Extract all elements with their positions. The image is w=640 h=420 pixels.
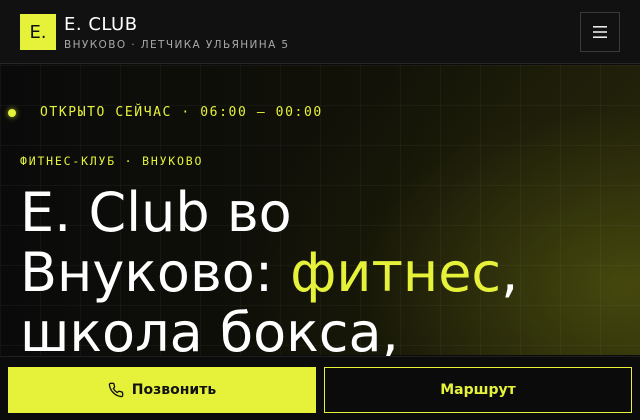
call-button[interactable]: Позвонить [8,367,316,413]
menu-icon [593,26,607,38]
status-dot-icon [8,108,16,117]
headline-accent-word: фитнес [290,241,502,304]
hero-kicker: ФИТНЕС-КЛУБ · ВНУКОВО [20,154,204,168]
route-button[interactable]: Маршрут [324,367,632,413]
phone-icon [108,382,124,398]
brand-name: E. CLUB [64,14,138,35]
menu-button[interactable] [580,12,620,52]
club-address: ВНУКОВО · ЛЕТЧИКА УЛЬЯНИНА 5 [64,39,290,51]
route-button-label: Маршрут [440,382,516,398]
open-status: ОТКРЫТО СЕЙЧАС · 06:00 — 00:00 [8,105,323,120]
headline-line-2-start: Внуково: [20,241,291,304]
logo[interactable]: E. [20,14,56,50]
bottom-action-bar: Позвонить Маршрут [0,356,640,420]
call-button-label: Позвонить [131,382,217,398]
headline-line-2-end: , [501,241,519,304]
headline-line-1: E. Club во [20,181,292,244]
open-hours-text: ОТКРЫТО СЕЙЧАС · 06:00 — 00:00 [40,105,323,120]
site-header: E. E. CLUB ВНУКОВО · ЛЕТЧИКА УЛЬЯНИНА 5 [0,0,640,64]
hero-headline: E. Club во Внуково: фитнес, школа бокса, [20,183,630,363]
hero-section: ОТКРЫТО СЕЙЧАС · 06:00 — 00:00 ФИТНЕС-КЛ… [0,65,640,363]
headline-line-3: школа бокса, [20,301,399,364]
page: E. E. CLUB ВНУКОВО · ЛЕТЧИКА УЛЬЯНИНА 5 … [0,0,640,420]
